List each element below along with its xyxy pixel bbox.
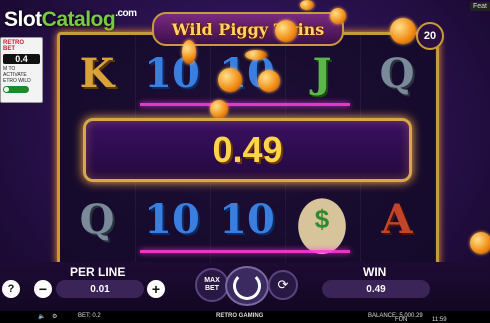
bet-decrease-button[interactable]: − xyxy=(34,280,52,298)
per-line-label: PER LINE xyxy=(70,265,126,279)
retro-bet-panel: RETRO BET 0.4 M TO ACTIVATE ETRO WILD xyxy=(0,37,43,103)
provider-logo: RETRO GAMING xyxy=(216,313,264,319)
spin-button[interactable] xyxy=(225,266,269,306)
coin xyxy=(330,8,346,24)
lines-badge: 20 xyxy=(416,22,444,50)
retro-bet-logo: RETRO BET xyxy=(3,40,24,52)
reel-symbol: K xyxy=(79,49,115,97)
bet-increase-button[interactable]: + xyxy=(147,280,165,298)
per-line-value: 0.01 xyxy=(56,280,144,298)
coin xyxy=(470,232,490,254)
mode-label: FUN xyxy=(395,317,408,323)
retro-bet-text: M TO ACTIVATE ETRO WILD xyxy=(3,66,31,84)
reel-symbol: 10 xyxy=(219,195,275,243)
slotcatalog-watermark: SlotCatalog.com xyxy=(4,8,137,31)
reel-symbol: J xyxy=(312,49,332,97)
reel-symbol: Q xyxy=(79,195,115,243)
retro-bet-value: 0.4 xyxy=(3,54,40,64)
autoplay-button[interactable]: ⟳ xyxy=(268,270,298,300)
sound-icon[interactable]: 🔈 xyxy=(38,313,45,320)
coin xyxy=(218,68,242,92)
reel-symbol: 10 xyxy=(144,195,200,243)
retro-wild-toggle[interactable] xyxy=(3,86,29,93)
coin xyxy=(390,18,416,44)
bet-total: BET: 0.2 xyxy=(78,313,101,319)
settings-icon[interactable]: ⚙ xyxy=(52,313,57,320)
win-value: 0.49 xyxy=(322,280,430,298)
coin xyxy=(245,50,267,60)
payline-top xyxy=(140,103,350,106)
game-title: Wild Piggy Twins xyxy=(152,12,344,46)
status-bar: 🔈 ⚙ BET: 0.2 RETRO GAMING BALANCE: 5,000… xyxy=(0,311,490,323)
reel-symbol: 10 xyxy=(144,49,200,97)
features-tab[interactable]: Feat xyxy=(469,2,490,11)
money-bag-symbol: $ xyxy=(285,183,359,255)
coin xyxy=(258,70,280,92)
coin xyxy=(210,100,228,118)
payline-bottom xyxy=(140,250,350,253)
coin xyxy=(182,40,196,64)
win-amount-display: 0.49 xyxy=(83,118,412,182)
help-button[interactable]: ? xyxy=(2,280,20,298)
coin xyxy=(275,20,297,42)
reel-symbol: A xyxy=(381,195,413,243)
autoplay-icon: ⟳ xyxy=(277,277,289,292)
clock: 11:59 xyxy=(432,317,447,323)
spin-icon xyxy=(233,272,261,300)
max-bet-button[interactable]: MAX BET xyxy=(195,268,229,302)
coin xyxy=(300,0,314,10)
win-label: WIN xyxy=(363,265,387,279)
